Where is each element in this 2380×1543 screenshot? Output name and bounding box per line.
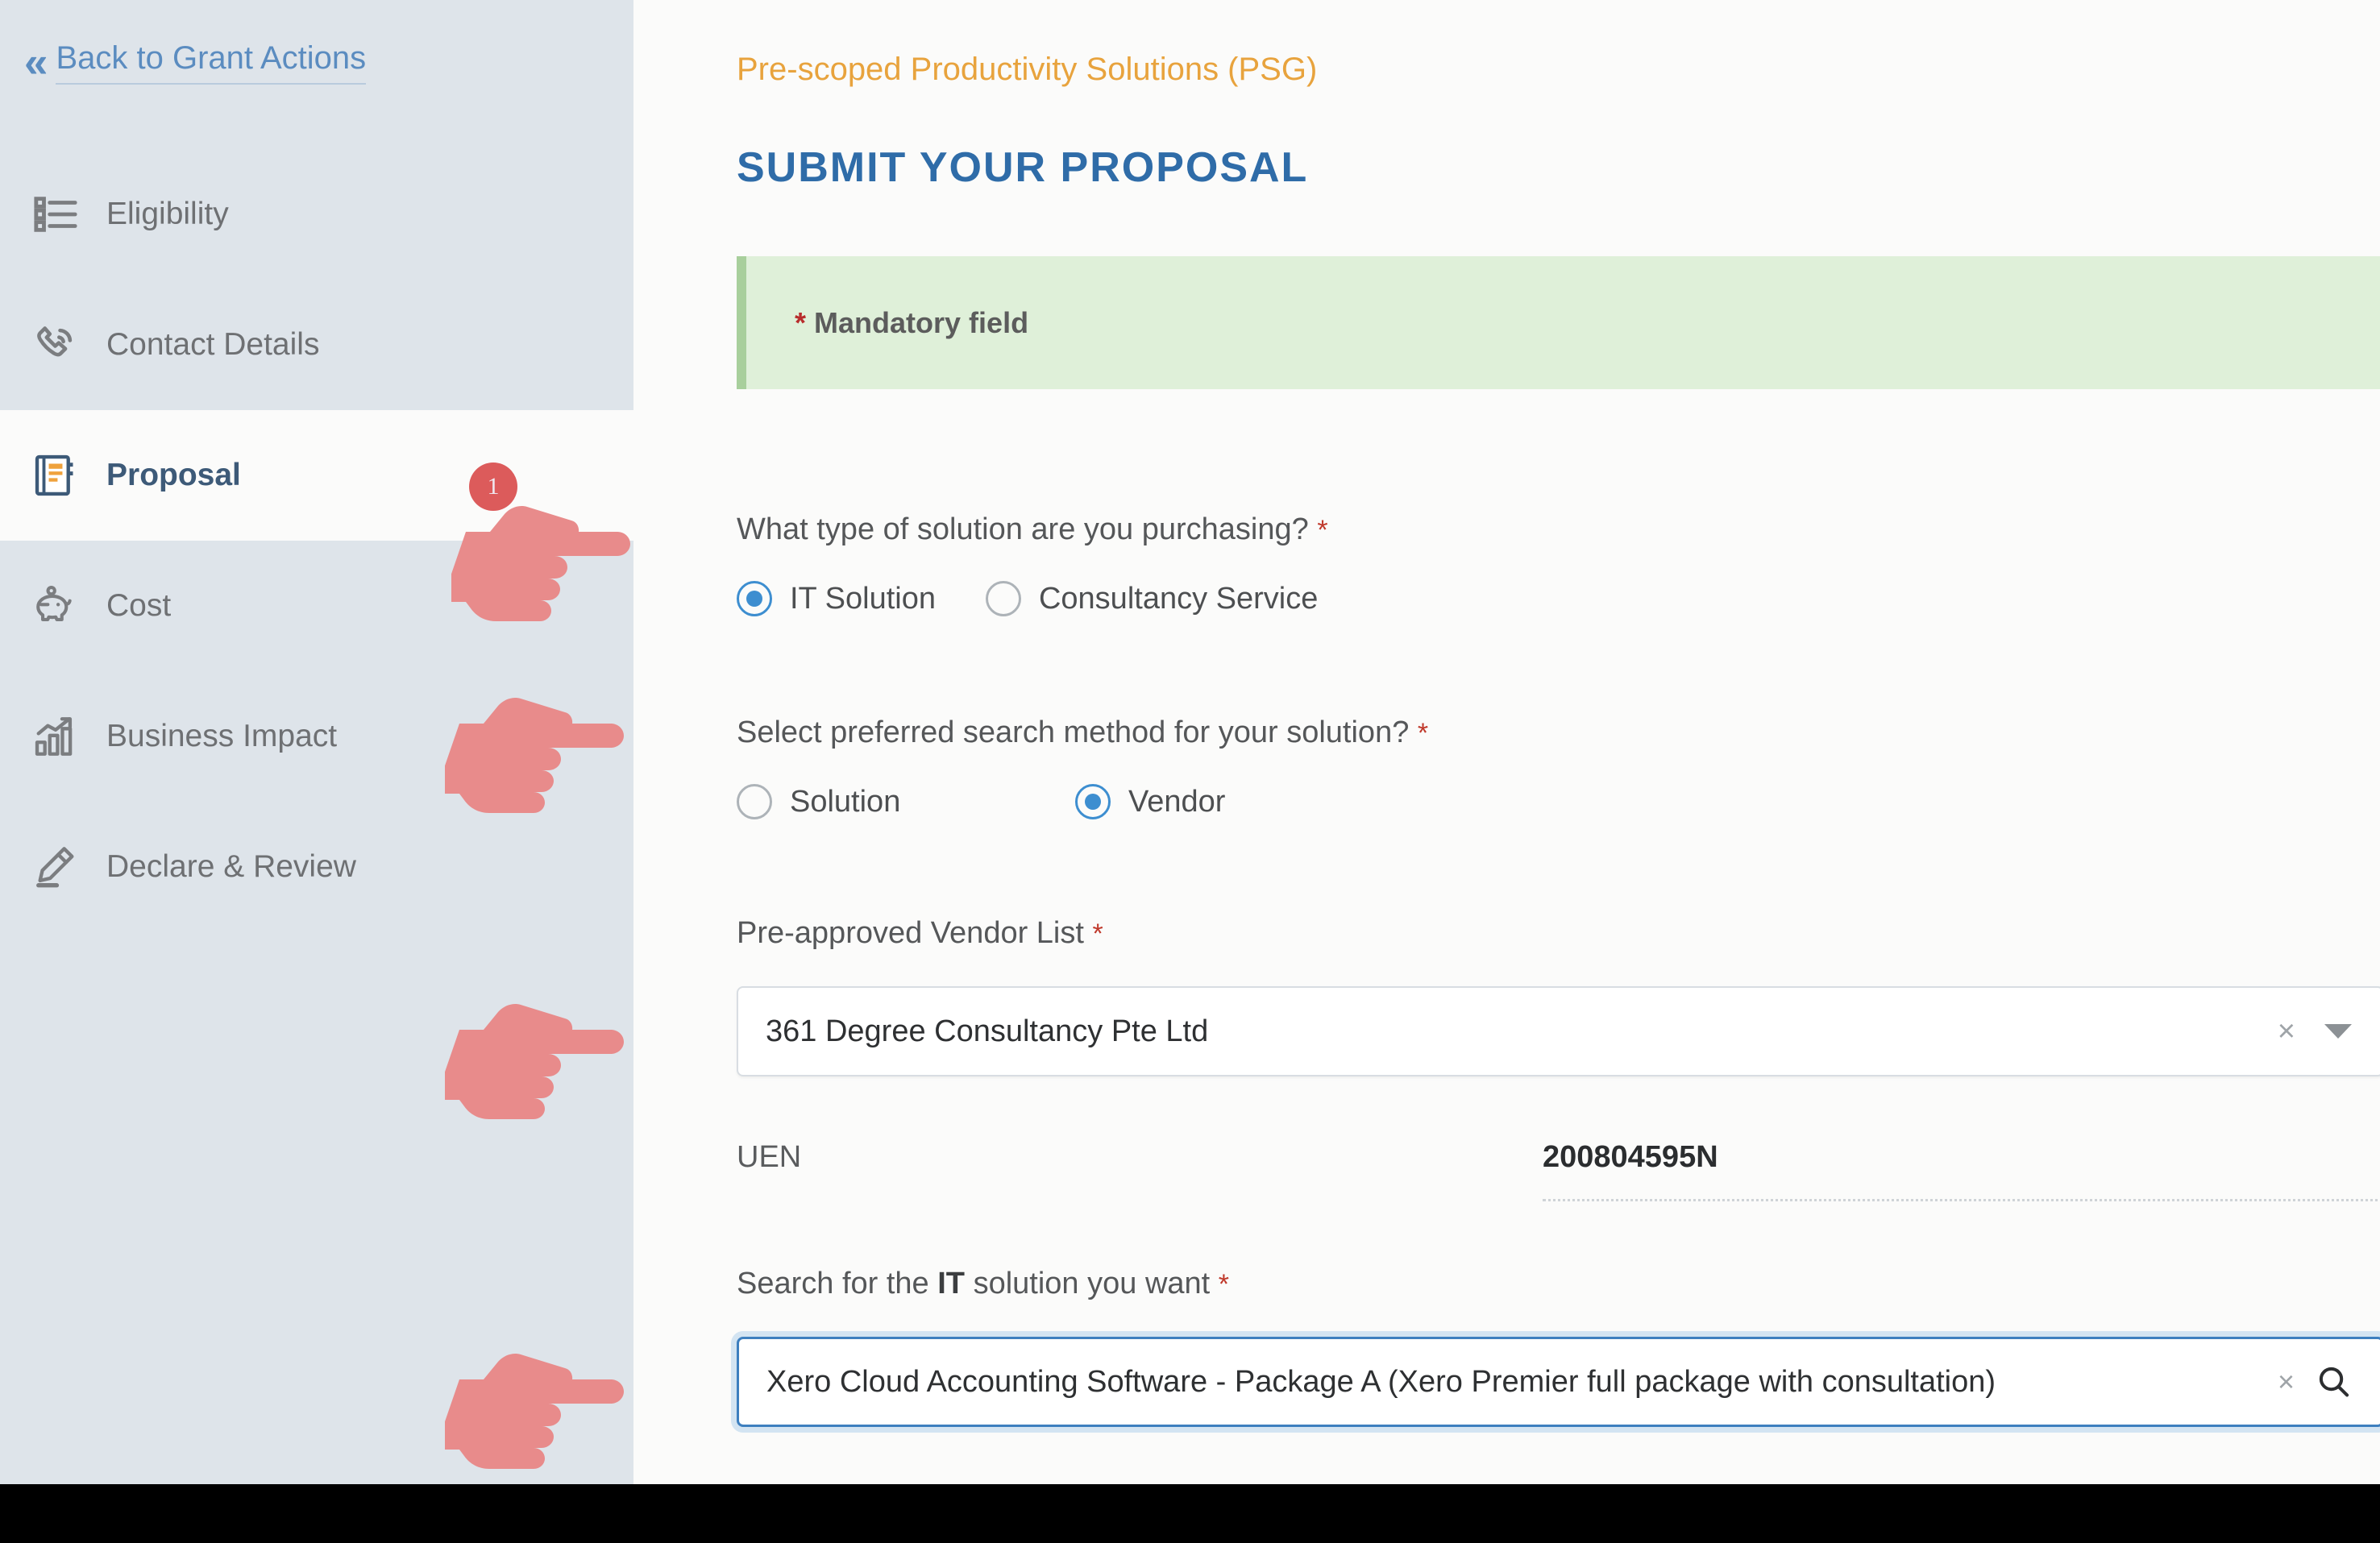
- sidebar-item-label: Business Impact: [106, 719, 338, 753]
- label-emphasis: IT: [937, 1267, 966, 1300]
- phone-ring-icon: [32, 321, 79, 368]
- solution-search-field: Search for the IT solution you want * Xe…: [737, 1267, 2380, 1427]
- mandatory-banner-text: * Mandatory field: [795, 306, 1028, 340]
- screenshot-root: « Back to Grant Actions Eligibility Cont…: [0, 0, 2380, 1543]
- clear-icon[interactable]: ×: [2278, 1367, 2295, 1396]
- question-text: Select preferred search method for your …: [737, 716, 1410, 749]
- uen-row: UEN 200804595N: [737, 1140, 2380, 1201]
- sidebar-item-label: Eligibility: [106, 197, 229, 231]
- sidebar-item-business-impact[interactable]: Business Impact: [0, 671, 633, 802]
- label-prefix: Search for the: [737, 1267, 938, 1300]
- label-suffix: solution you want: [965, 1267, 1211, 1300]
- radio-label: Solution: [790, 784, 901, 819]
- vendor-list-select[interactable]: 361 Degree Consultancy Pte Ltd ×: [737, 986, 2380, 1076]
- solution-type-label: What type of solution are you purchasing…: [737, 512, 1328, 547]
- required-asterisk: *: [1218, 1269, 1230, 1300]
- clear-icon[interactable]: ×: [2278, 1016, 2295, 1047]
- search-method-radio-group: Solution Vendor: [737, 784, 1428, 819]
- piggy-bank-icon: [32, 583, 79, 629]
- sidebar-item-cost[interactable]: Cost: [0, 541, 633, 671]
- radio-mark-icon: [737, 784, 772, 819]
- solution-search-value: Xero Cloud Accounting Software - Package…: [766, 1364, 1996, 1399]
- radio-vendor[interactable]: Vendor: [1075, 784, 1225, 819]
- search-method-label: Select preferred search method for your …: [737, 716, 1428, 750]
- vendor-list-field: Pre-approved Vendor List * 361 Degree Co…: [737, 916, 2380, 1076]
- pen-sign-icon: [32, 844, 79, 890]
- solution-search-input[interactable]: Xero Cloud Accounting Software - Package…: [737, 1337, 2380, 1427]
- solution-type-question: What type of solution are you purchasing…: [737, 512, 1328, 616]
- solution-search-label: Search for the IT solution you want *: [737, 1267, 2380, 1301]
- radio-mark-icon: [985, 581, 1021, 616]
- radio-solution[interactable]: Solution: [737, 784, 1075, 819]
- bar-chart-arrow-icon: [32, 713, 79, 760]
- radio-label: Vendor: [1128, 784, 1226, 819]
- mandatory-banner-label: Mandatory field: [814, 305, 1029, 339]
- application-viewport: « Back to Grant Actions Eligibility Cont…: [0, 0, 2380, 1484]
- radio-it-solution[interactable]: IT Solution: [737, 581, 936, 616]
- vendor-list-selected-value: 361 Degree Consultancy Pte Ltd: [766, 1014, 1209, 1048]
- sidebar-item-label: Cost: [106, 588, 172, 623]
- sidebar-item-label: Declare & Review: [106, 849, 356, 884]
- mandatory-field-banner: * Mandatory field: [737, 256, 2380, 389]
- search-icon[interactable]: [2316, 1363, 2353, 1400]
- radio-consultancy-service[interactable]: Consultancy Service: [985, 581, 1319, 616]
- list-icon: [32, 191, 79, 238]
- sidebar-item-eligibility[interactable]: Eligibility: [0, 149, 633, 280]
- uen-value: 200804595N: [1543, 1140, 1718, 1174]
- sidebar-item-label: Contact Details: [106, 327, 320, 362]
- bottom-black-bar: [0, 1484, 2380, 1543]
- main-content: Pre-scoped Productivity Solutions (PSG) …: [633, 0, 2380, 1484]
- required-asterisk: *: [1317, 515, 1328, 545]
- question-text: Pre-approved Vendor List: [737, 916, 1084, 950]
- radio-label: Consultancy Service: [1038, 581, 1319, 616]
- page-title: SUBMIT YOUR PROPOSAL: [737, 144, 1309, 191]
- double-chevron-left-icon: «: [24, 39, 48, 86]
- question-text: What type of solution are you purchasing…: [737, 512, 1309, 546]
- sidebar-item-proposal[interactable]: Proposal: [0, 410, 633, 541]
- radio-mark-icon: [1075, 784, 1111, 819]
- uen-label: UEN: [737, 1140, 802, 1174]
- sidebar-item-declare-and-review[interactable]: Declare & Review: [0, 802, 633, 932]
- required-asterisk: *: [1417, 718, 1429, 749]
- back-link-label: Back to Grant Actions: [56, 40, 367, 85]
- solution-type-radio-group: IT Solution Consultancy Service: [737, 581, 1328, 616]
- notebook-icon: [32, 452, 79, 499]
- required-asterisk: *: [795, 305, 807, 339]
- search-method-question: Select preferred search method for your …: [737, 716, 1428, 819]
- radio-mark-icon: [737, 581, 772, 616]
- radio-label: IT Solution: [790, 581, 936, 616]
- sidebar-item-contact-details[interactable]: Contact Details: [0, 280, 633, 410]
- sidebar-item-label: Proposal: [106, 458, 241, 492]
- scheme-name-label: Pre-scoped Productivity Solutions (PSG): [737, 52, 1318, 87]
- sidebar: « Back to Grant Actions Eligibility Cont…: [0, 0, 633, 1484]
- uen-value-container: 200804595N: [1543, 1140, 2380, 1201]
- back-to-grant-actions-link[interactable]: « Back to Grant Actions: [24, 39, 367, 86]
- sidebar-nav: Eligibility Contact Details Proposal Cos…: [0, 149, 633, 932]
- chevron-down-icon[interactable]: [2324, 1024, 2352, 1039]
- vendor-list-label: Pre-approved Vendor List *: [737, 916, 2380, 951]
- required-asterisk: *: [1092, 919, 1103, 949]
